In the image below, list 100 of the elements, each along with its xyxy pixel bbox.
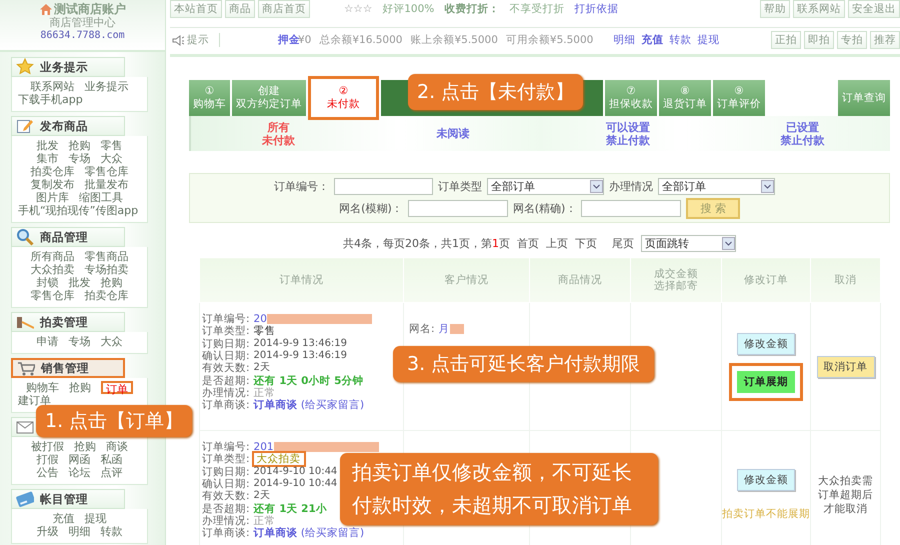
menu-link[interactable]: 专场 <box>68 152 90 165</box>
step-tab[interactable]: ⑨ 订单评价 <box>713 80 765 116</box>
account-link[interactable]: 提现 <box>697 33 720 47</box>
section-header: 拍卖管理 <box>11 312 125 332</box>
tip-button[interactable]: 提示 <box>170 33 220 47</box>
menu-link[interactable]: 网函 <box>68 453 90 466</box>
order-link[interactable]: 订单商谈 (给买家留言) <box>254 527 364 540</box>
menu-link[interactable]: 公告 <box>36 466 58 479</box>
menu-link[interactable]: 论坛 <box>68 466 90 479</box>
dropdown[interactable]: 全部订单 <box>487 178 604 194</box>
card-icon <box>16 490 34 508</box>
menu-link[interactable]: 提现 <box>84 512 106 525</box>
nav-button[interactable]: 商品 <box>225 0 255 18</box>
menu-link[interactable]: 所有商品 <box>30 250 74 263</box>
step-tab[interactable]: 创建 双方约定订单 <box>232 80 306 116</box>
field-label: 订单类型: <box>202 325 250 338</box>
nav-button[interactable]: 商店首页 <box>258 0 310 18</box>
action-button[interactable]: 订单展期 <box>729 362 803 400</box>
action-button[interactable]: 取消订单 <box>816 356 874 378</box>
menu-link[interactable]: 抢购 <box>69 381 91 394</box>
nav-button[interactable]: 安全退出 <box>848 0 900 18</box>
deposit-value: ¥0 <box>298 34 312 46</box>
menu-link[interactable]: 复制发布 <box>30 178 74 191</box>
menu-link[interactable]: 充值 <box>52 512 74 525</box>
order-link[interactable]: 201 <box>254 441 274 454</box>
input-field[interactable] <box>408 200 508 216</box>
mode-button[interactable]: 即拍 <box>804 31 834 49</box>
menu-link[interactable]: 缩图工具 <box>79 191 123 204</box>
menu-link[interactable]: 转款 <box>100 525 122 538</box>
menu-link[interactable]: 下载手机app <box>18 93 83 106</box>
menu-link[interactable]: 零售仓库 <box>30 289 74 302</box>
field-value: 2014-9-9 13:46:19 <box>254 350 348 362</box>
menu-link[interactable]: 购物车 <box>26 381 59 394</box>
section-header: 帐目管理 <box>11 489 125 509</box>
dropdown[interactable]: 全部订单 <box>658 178 775 194</box>
menu-link[interactable]: 手机“现拍现传”传图app <box>18 204 138 217</box>
action-button[interactable]: 修改金额 <box>737 332 795 354</box>
menu-link[interactable]: 升级 <box>36 525 58 538</box>
input-field[interactable] <box>334 178 433 194</box>
store-subtitle: 商店管理中心 <box>50 16 116 29</box>
menu-link[interactable]: 业务提示 <box>84 80 128 93</box>
menu-link[interactable]: 联系网站 <box>30 80 74 93</box>
section-header: 业务提示 <box>11 57 125 77</box>
field-label: 网名(精确)： <box>512 200 576 216</box>
menu-link[interactable]: 零售仓库 <box>84 165 128 178</box>
filter-tab[interactable]: 可以设置 禁止付款 <box>540 116 716 151</box>
step-tab[interactable]: ② 未付款 <box>308 76 379 120</box>
step-tab[interactable]: ① 购物车 <box>189 80 230 116</box>
menu-link[interactable]: 拍卖仓库 <box>84 289 128 302</box>
account-link[interactable]: 转款 <box>669 33 692 47</box>
order-link[interactable]: 订单商谈 (给买家留言) <box>254 399 364 412</box>
menu-link[interactable]: 专场拍卖 <box>84 263 128 276</box>
action-button[interactable]: 修改金额 <box>737 468 795 490</box>
menu-link[interactable]: 点评 <box>100 466 122 479</box>
menu-link[interactable]: 集市 <box>36 152 58 165</box>
field-value: 2天 <box>254 490 270 502</box>
menu-link[interactable]: 批发 <box>36 139 58 152</box>
menu-link[interactable]: 专场 <box>68 335 90 348</box>
menu-link[interactable]: 封锁 <box>36 276 58 289</box>
menu-link[interactable]: 抢购 <box>100 276 122 289</box>
menu-link[interactable]: 拍卖仓库 <box>30 165 74 178</box>
menu-link[interactable]: 建订单 <box>18 394 51 407</box>
discount-link[interactable]: 打折依据 <box>574 2 618 16</box>
mode-button[interactable]: 专拍 <box>837 31 867 49</box>
menu-link[interactable]: 打假 <box>36 453 58 466</box>
menu-link[interactable]: 零售 <box>100 139 122 152</box>
page-link[interactable]: 上页 <box>546 236 568 250</box>
nav-button[interactable]: 帮助 <box>760 0 790 18</box>
menu-link[interactable]: 明细 <box>68 525 90 538</box>
input-field[interactable] <box>581 200 682 216</box>
menu-link[interactable]: 零售商品 <box>84 250 128 263</box>
order-link[interactable]: 20 <box>254 313 267 326</box>
page-link[interactable]: 尾页 <box>612 236 634 250</box>
menu-link[interactable]: 图片库 <box>36 191 69 204</box>
menu-link[interactable]: 申请 <box>36 335 58 348</box>
step-tab[interactable]: ⑧ 退货订单 <box>659 80 711 116</box>
nav-button[interactable]: 联系网站 <box>793 0 845 18</box>
page-link[interactable]: 首页 <box>517 236 539 250</box>
step-tab[interactable]: ⑦ 担保收款 <box>605 80 657 116</box>
menu-link[interactable]: 私函 <box>100 453 122 466</box>
menu-link[interactable]: 商谈 <box>106 440 128 453</box>
page-jump-dropdown[interactable]: 页面跳转 <box>641 234 736 252</box>
account-link[interactable]: 充值 <box>641 33 664 47</box>
menu-link[interactable]: 抢购 <box>74 440 96 453</box>
customer-link[interactable]: 月 <box>438 323 450 336</box>
menu-link[interactable]: 大众 <box>100 152 122 165</box>
page-link[interactable]: 下页 <box>575 236 597 250</box>
callout-note: 拍卖订单仅修改金额，不可延长付款时效，未超期不可取消订单 <box>340 453 658 525</box>
menu-link[interactable]: 被打假 <box>31 440 64 453</box>
balance-text: 总余额¥16.5000 <box>319 33 402 47</box>
account-link[interactable]: 明细 <box>613 33 636 47</box>
menu-link[interactable]: 大众拍卖 <box>30 263 74 276</box>
mode-button[interactable]: 正拍 <box>771 31 801 49</box>
menu-link[interactable]: 抢购 <box>68 139 90 152</box>
filter-tab[interactable]: 已设置 禁止付款 <box>715 116 890 151</box>
mode-button[interactable]: 推荐 <box>870 31 900 49</box>
menu-link[interactable]: 大众 <box>100 335 122 348</box>
nav-button[interactable]: 本站首页 <box>170 0 222 18</box>
menu-link[interactable]: 批量发布 <box>84 178 128 191</box>
menu-link[interactable]: 批发 <box>68 276 90 289</box>
